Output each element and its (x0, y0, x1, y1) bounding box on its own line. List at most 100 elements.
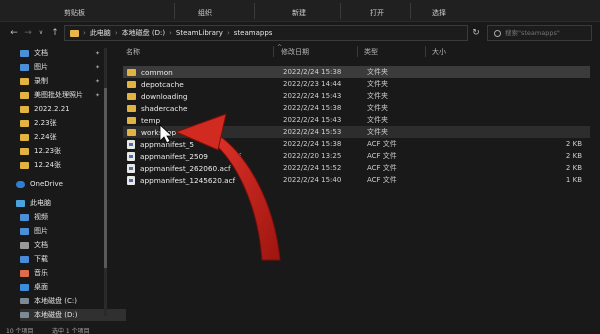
ribbon-divider (174, 3, 175, 19)
sidebar-item-12-24[interactable]: 12.24张 (20, 159, 126, 171)
acf-file-icon (127, 139, 135, 149)
acf-file-icon (127, 151, 135, 161)
cloud-icon (16, 180, 25, 188)
file-row-downloading[interactable]: downloading 2022/2/24 15:43 文件夹 (123, 90, 590, 102)
computer-icon (16, 199, 25, 207)
file-row-appmanifest[interactable]: appmanifest_2509 acf 2022/2/20 13:25 ACF … (123, 150, 590, 162)
ribbon-group-organize[interactable]: 组织 (198, 8, 212, 18)
sidebar-item-label: 美图批处理照片 (34, 91, 83, 99)
ribbon-group-open[interactable]: 打开 (370, 8, 384, 18)
file-type: ACF 文件 (367, 164, 397, 172)
forward-arrow-icon[interactable]: → (22, 26, 34, 40)
file-row-workshop[interactable]: workshop 2022/2/24 15:53 文件夹 (123, 126, 590, 138)
folder-icon (20, 147, 29, 155)
ribbon-group-select[interactable]: 选择 (432, 8, 446, 18)
sidebar-item-desktop[interactable]: 桌面 (20, 281, 126, 293)
sidebar-item-2022-2-21[interactable]: 2022.2.21 (20, 103, 126, 115)
file-type: ACF 文件 (367, 176, 397, 184)
file-row-appmanifest[interactable]: appmanifest_5 2022/2/24 15:38 ACF 文件 2 K… (123, 138, 590, 150)
folder-icon (20, 77, 29, 85)
sidebar-item-label: OneDrive (30, 180, 63, 188)
file-name: workshop (141, 127, 177, 137)
sidebar-item-drive-d[interactable]: 本地磁盘 (D:) (20, 309, 126, 321)
breadcrumb-this-pc[interactable]: 此电脑 (90, 28, 111, 38)
folder-icon (70, 29, 79, 37)
sidebar-item-pictures[interactable]: 图片 ✦ (20, 61, 126, 73)
sidebar-item-label: 2.23张 (34, 119, 57, 127)
ribbon-bar: 剪贴板 组织 新建 打开 选择 (0, 0, 600, 22)
file-name-suffix: acf (229, 151, 241, 161)
file-type: 文件夹 (367, 80, 388, 88)
sidebar-item-recordings[interactable]: 录制 ✦ (20, 75, 126, 87)
pin-icon: ✦ (95, 91, 101, 99)
sidebar-item-videos[interactable]: 视频 (20, 211, 126, 223)
column-header-size[interactable]: 大小 (432, 46, 446, 58)
sidebar-item-music[interactable]: 音乐 (20, 267, 126, 279)
breadcrumb-steamlibrary[interactable]: SteamLibrary (176, 29, 223, 37)
acf-file-icon (127, 175, 135, 185)
back-arrow-icon[interactable]: ← (8, 26, 20, 40)
search-box[interactable] (487, 25, 592, 41)
file-date: 2022/2/24 15:53 (283, 128, 342, 136)
sidebar-item-downloads[interactable]: 下载 (20, 253, 126, 265)
breadcrumb-drive-d[interactable]: 本地磁盘 (D:) (122, 28, 165, 38)
file-type: 文件夹 (367, 68, 388, 76)
file-row-depotcache[interactable]: depotcache 2022/2/23 14:44 文件夹 (123, 78, 590, 90)
column-header-date[interactable]: 修改日期 (281, 46, 309, 58)
search-input[interactable] (505, 29, 585, 37)
file-date: 2022/2/24 15:43 (283, 92, 342, 100)
sidebar-item-label: 此电脑 (30, 199, 51, 207)
chevron-right-icon: › (226, 29, 230, 37)
file-type: 文件夹 (367, 104, 388, 112)
file-row-appmanifest-262060[interactable]: appmanifest_262060.acf 2022/2/24 15:52 A… (123, 162, 590, 174)
folder-icon (127, 68, 136, 76)
sidebar-item-pc-documents[interactable]: 文档 (20, 239, 126, 251)
acf-file-icon (127, 163, 135, 173)
refresh-icon[interactable]: ↻ (470, 26, 482, 40)
sidebar-scrollbar[interactable] (104, 48, 107, 316)
ribbon-group-clipboard[interactable]: 剪贴板 (64, 8, 85, 18)
sidebar-item-label: 本地磁盘 (D:) (34, 311, 78, 319)
column-header-name[interactable]: 名称 (126, 46, 140, 58)
file-name: common (141, 67, 173, 77)
file-name: depotcache (141, 79, 184, 89)
ribbon-divider (254, 3, 255, 19)
sidebar-item-drive-c[interactable]: 本地磁盘 (C:) (20, 295, 126, 307)
pictures-icon (20, 227, 29, 235)
video-icon (20, 213, 29, 221)
folder-icon (20, 119, 29, 127)
history-dropdown-icon[interactable]: ∨ (35, 26, 47, 40)
file-date: 2022/2/24 15:38 (283, 140, 342, 148)
sidebar-item-12-23[interactable]: 12.23张 (20, 145, 126, 157)
download-icon (20, 255, 29, 263)
file-row-shadercache[interactable]: shadercache 2022/2/24 15:38 文件夹 (123, 102, 590, 114)
address-bar[interactable]: › 此电脑 › 本地磁盘 (D:) › SteamLibrary › steam… (64, 25, 468, 41)
file-row-common[interactable]: common 2022/2/24 15:38 文件夹 (123, 66, 590, 78)
file-type: 文件夹 (367, 116, 388, 124)
sidebar-item-2-23[interactable]: 2.23张 (20, 117, 126, 129)
folder-icon (127, 80, 136, 88)
column-header-type[interactable]: 类型 (364, 46, 378, 58)
file-row-temp[interactable]: temp 2022/2/24 15:43 文件夹 (123, 114, 590, 126)
drive-icon (20, 312, 29, 318)
file-size: 2 KB (565, 164, 582, 172)
sidebar-item-meitu-batch[interactable]: 美图批处理照片 ✦ (20, 89, 126, 101)
file-row-appmanifest-1245620[interactable]: appmanifest_1245620.acf 2022/2/24 15:40 … (123, 174, 590, 186)
sidebar-item-label: 文档 (34, 241, 48, 249)
up-arrow-icon[interactable]: ↑ (49, 26, 61, 40)
file-size: 2 KB (565, 140, 582, 148)
sidebar-item-label: 音乐 (34, 269, 48, 277)
breadcrumb-steamapps[interactable]: steamapps (234, 29, 273, 37)
music-icon (20, 269, 29, 277)
sidebar-item-documents[interactable]: 文档 ✦ (20, 47, 126, 59)
desktop-icon (20, 283, 29, 291)
sidebar-item-2-24[interactable]: 2.24张 (20, 131, 126, 143)
file-name: appmanifest_1245620.acf (140, 175, 236, 185)
folder-icon (20, 161, 29, 169)
scrollbar-thumb[interactable] (104, 88, 107, 268)
file-type: ACF 文件 (367, 140, 397, 148)
sidebar-item-pc-pictures[interactable]: 图片 (20, 225, 126, 237)
ribbon-group-new[interactable]: 新建 (292, 8, 306, 18)
file-type: ACF 文件 (367, 152, 397, 160)
sidebar-item-label: 文档 (34, 49, 48, 57)
